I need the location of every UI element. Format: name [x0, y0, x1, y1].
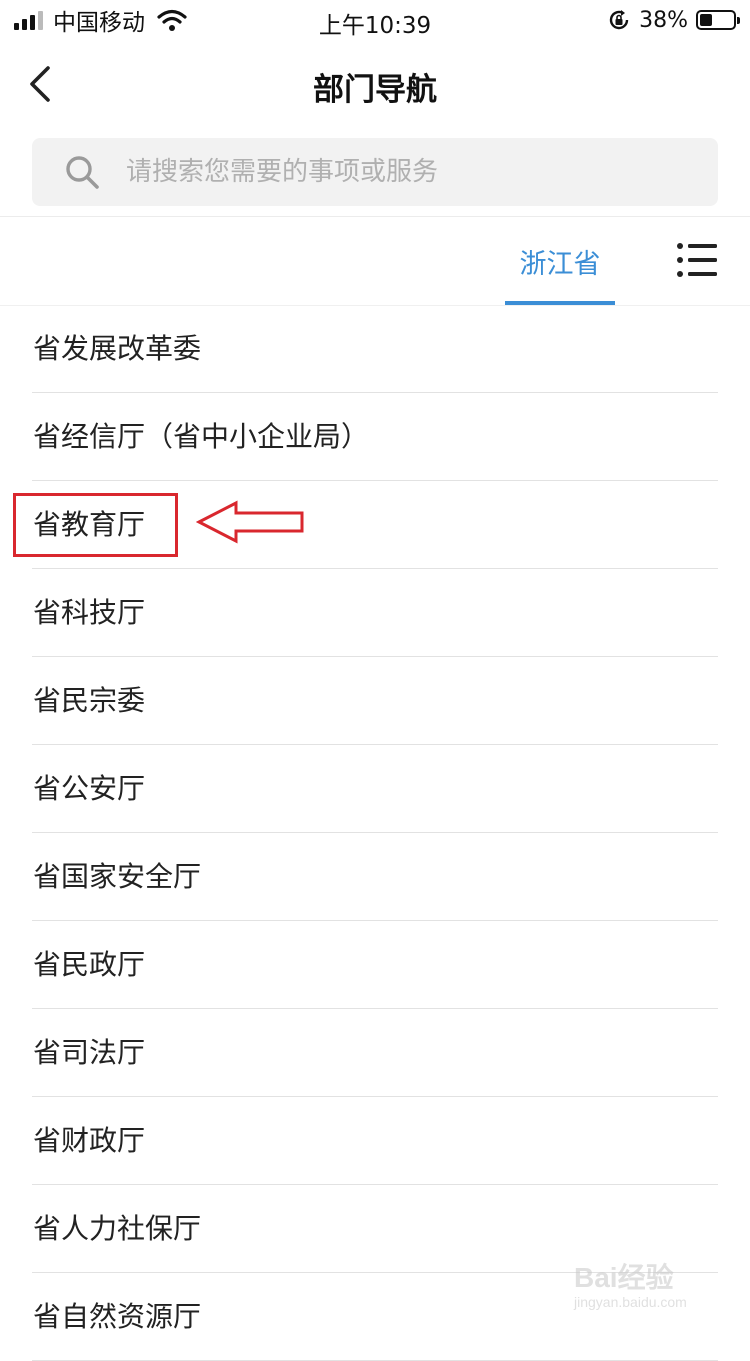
baidu-watermark: Bai经验 jingyan.baidu.com	[574, 1262, 734, 1322]
search-input[interactable]	[124, 156, 668, 188]
department-item[interactable]: 省财政厅	[0, 1097, 750, 1185]
department-label: 省人力社保厅	[33, 1212, 202, 1245]
page-title: 部门导航	[313, 72, 437, 108]
watermark-brand: Bai经验	[574, 1262, 674, 1293]
highlight-box	[13, 493, 178, 557]
department-label: 省财政厅	[33, 1124, 146, 1157]
nav-bar: 部门导航	[0, 40, 750, 130]
department-item[interactable]: 省经信厅（省中小企业局）	[0, 393, 750, 481]
department-item[interactable]: 省人力社保厅	[0, 1185, 750, 1273]
department-label: 省民宗委	[33, 684, 146, 717]
battery-percentage: 38%	[639, 7, 688, 33]
department-item[interactable]: 省民宗委	[0, 657, 750, 745]
department-label: 省自然资源厅	[33, 1300, 202, 1333]
left-arrow-icon	[196, 500, 304, 544]
department-item[interactable]: 省科技厅	[0, 569, 750, 657]
department-label: 省公安厅	[33, 772, 146, 805]
rotation-lock-icon	[609, 10, 629, 30]
search-icon	[66, 156, 99, 189]
tab-label: 浙江省	[519, 249, 601, 280]
tab-zhejiang[interactable]: 浙江省	[505, 217, 615, 305]
department-label: 省科技厅	[33, 596, 146, 629]
department-item[interactable]: 省司法厅	[0, 1009, 750, 1097]
department-item[interactable]: 省公安厅	[0, 745, 750, 833]
department-item[interactable]: 省国家安全厅	[0, 833, 750, 921]
department-label: 省民政厅	[33, 948, 146, 981]
status-bar: 中国移动 上午10:39 38%	[0, 0, 750, 40]
region-tabs: 浙江省	[0, 217, 750, 305]
battery-fill	[700, 14, 712, 26]
department-list: 省发展改革委 省经信厅（省中小企业局） 省教育厅 省科技厅 省民宗委 省公安厅 省国家安全厅…	[0, 305, 750, 1361]
department-item[interactable]: 省发展改革委	[0, 305, 750, 393]
department-label: 省经信厅（省中小企业局）	[33, 420, 370, 453]
search-bar[interactable]	[32, 138, 718, 206]
department-label: 省国家安全厅	[33, 860, 202, 893]
watermark-url: jingyan.baidu.com	[574, 1294, 687, 1310]
status-right: 38%	[607, 6, 740, 34]
battery-icon	[696, 10, 740, 30]
department-label: 省发展改革委	[33, 332, 202, 365]
list-menu-icon[interactable]	[676, 241, 718, 279]
department-item[interactable]: 省民政厅	[0, 921, 750, 1009]
department-label: 省司法厅	[33, 1036, 146, 1069]
